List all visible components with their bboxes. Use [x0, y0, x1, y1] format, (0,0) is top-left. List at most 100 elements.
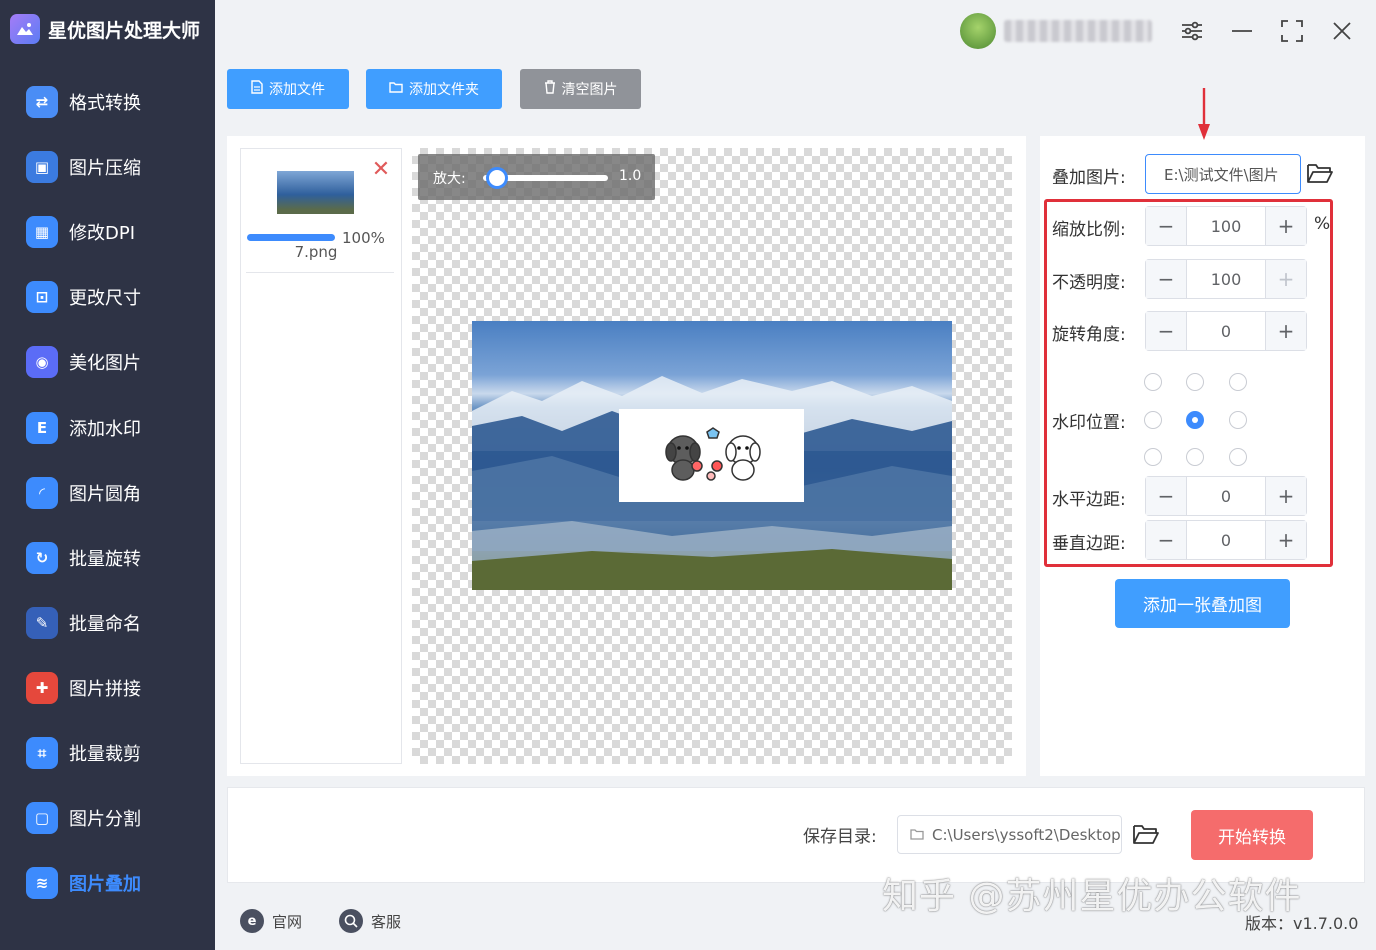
resize-icon: ⊡ — [26, 281, 58, 314]
red-arrow-icon — [1198, 88, 1210, 140]
zhihu-watermark: 知乎 @苏州星优办公软件 — [882, 876, 1302, 917]
sidebar-item-split[interactable]: ▢ 图片分割 — [0, 795, 215, 841]
file-progress-bar — [247, 234, 335, 241]
v-margin-value[interactable]: 0 — [1187, 521, 1265, 559]
scale-decrease-button[interactable]: − — [1146, 207, 1187, 245]
v-margin-decrease-button[interactable]: − — [1146, 521, 1187, 559]
sidebar-item-beautify[interactable]: ◉ 美化图片 — [0, 339, 215, 385]
sidebar-item-image-convert[interactable]: ⇄ 格式转换 — [0, 79, 215, 125]
position-top-left-radio[interactable] — [1144, 373, 1162, 391]
app-logo-icon — [10, 14, 40, 44]
start-convert-button[interactable]: 开始转换 — [1191, 810, 1313, 860]
sidebar-item-round-corner[interactable]: ◜ 图片圆角 — [0, 470, 215, 516]
rotation-value[interactable]: 0 — [1187, 312, 1265, 350]
add-file-button[interactable]: 添加文件 — [227, 69, 349, 109]
save-folder-icon[interactable] — [1133, 823, 1159, 850]
sidebar-item-label: 图片圆角 — [69, 483, 141, 505]
add-folder-button[interactable]: 添加文件夹 — [366, 69, 502, 109]
scale-value[interactable]: 100 — [1187, 207, 1265, 245]
beautify-icon: ◉ — [26, 346, 58, 379]
minimize-icon[interactable] — [1227, 16, 1257, 46]
zoom-slider-handle[interactable] — [486, 167, 508, 189]
sidebar-item-label: 添加水印 — [69, 418, 141, 440]
sidebar-item-label: 图片压缩 — [69, 158, 141, 180]
sidebar-item-rotate[interactable]: ↻ 批量旋转 — [0, 535, 215, 581]
opacity-value[interactable]: 100 — [1187, 260, 1265, 298]
sidebar-item-label: 格式转换 — [69, 93, 141, 114]
opacity-label: 不透明度: — [1052, 273, 1126, 293]
puzzle-icon: ✚ — [26, 671, 58, 704]
opacity-decrease-button[interactable]: − — [1146, 260, 1187, 298]
file-name: 7.png — [294, 243, 338, 261]
sidebar-item-label: 批量裁剪 — [69, 744, 141, 765]
sidebar-item-label: 图片拼接 — [69, 678, 141, 700]
support-link[interactable]: 客服 — [339, 908, 401, 934]
sidebar-item-resize[interactable]: ⊡ 更改尺寸 — [0, 274, 215, 320]
h-margin-stepper: − 0 + — [1145, 476, 1307, 516]
position-bottom-center-radio[interactable] — [1186, 448, 1204, 466]
save-dir-path: C:\Users\yssoft2\Desktop — [932, 825, 1121, 844]
split-icon: ▢ — [26, 802, 58, 835]
v-margin-label: 垂直边距: — [1052, 534, 1126, 554]
trash-icon — [544, 80, 556, 98]
watermark-icon: E — [26, 411, 58, 444]
sidebar-item-crop[interactable]: ⌗ 批量裁剪 — [0, 730, 215, 776]
browser-e-icon: e — [240, 909, 264, 933]
rotate-icon: ↻ — [26, 541, 58, 574]
h-margin-label: 水平边距: — [1052, 490, 1126, 510]
sidebar-item-watermark[interactable]: E 添加水印 — [0, 405, 215, 451]
h-margin-increase-button[interactable]: + — [1265, 477, 1306, 515]
close-icon[interactable] — [1327, 16, 1357, 46]
add-overlay-button[interactable]: 添加一张叠加图 — [1115, 579, 1290, 628]
sidebar-item-compress[interactable]: ▣ 图片压缩 — [0, 144, 215, 190]
app-title: 星优图片处理大师 — [10, 12, 200, 46]
save-dir-input[interactable]: C:\Users\yssoft2\Desktop — [897, 815, 1122, 854]
dpi-icon: ▦ — [26, 216, 58, 249]
maximize-icon[interactable] — [1277, 16, 1307, 46]
sidebar-item-label: 更改尺寸 — [69, 288, 141, 310]
sidebar-item-puzzle[interactable]: ✚ 图片拼接 — [0, 665, 215, 711]
settings-sliders-icon[interactable] — [1177, 16, 1207, 46]
folder-icon — [389, 81, 403, 97]
overlay-image-path-input[interactable]: E:\测试文件\图片 — [1145, 154, 1301, 194]
position-label: 水印位置: — [1052, 413, 1126, 433]
sidebar-item-layers[interactable]: ≋ 图片叠加 — [0, 860, 215, 906]
sidebar-item-label: 批量旋转 — [69, 548, 141, 570]
avatar[interactable] — [960, 13, 996, 49]
file-thumbnail[interactable] — [277, 171, 354, 214]
position-middle-left-radio[interactable] — [1144, 411, 1162, 429]
v-margin-stepper: − 0 + — [1145, 520, 1307, 560]
sidebar-item-label: 美化图片 — [69, 353, 141, 375]
sidebar-item-label: 修改DPI — [69, 223, 136, 245]
rotation-decrease-button[interactable]: − — [1146, 312, 1187, 350]
position-center-radio[interactable] — [1186, 411, 1204, 429]
position-bottom-left-radio[interactable] — [1144, 448, 1162, 466]
position-top-center-radio[interactable] — [1186, 373, 1204, 391]
clear-images-button[interactable]: 清空图片 — [520, 69, 641, 109]
h-margin-value[interactable]: 0 — [1187, 477, 1265, 515]
sidebar-item-dpi[interactable]: ▦ 修改DPI — [0, 209, 215, 255]
sidebar-item-rename[interactable]: ✎ 批量命名 — [0, 600, 215, 646]
remove-file-icon[interactable]: ✕ — [371, 159, 391, 181]
chat-icon — [339, 909, 363, 933]
file-divider — [246, 272, 394, 273]
overlay-folder-icon[interactable] — [1307, 162, 1333, 189]
opacity-increase-button[interactable]: + — [1265, 260, 1306, 298]
puppies-sticker-icon — [664, 426, 761, 481]
scale-increase-button[interactable]: + — [1265, 207, 1306, 245]
position-bottom-right-radio[interactable] — [1229, 448, 1247, 466]
rotation-increase-button[interactable]: + — [1265, 312, 1306, 350]
username-blurred — [1004, 20, 1152, 42]
zoom-value: 1.0 — [619, 168, 642, 184]
position-top-right-radio[interactable] — [1229, 373, 1247, 391]
overlay-image-label: 叠加图片: — [1052, 168, 1126, 188]
opacity-stepper: − 100 + — [1145, 259, 1307, 299]
h-margin-decrease-button[interactable]: − — [1146, 477, 1187, 515]
crop-icon: ⌗ — [26, 737, 58, 769]
app-title-text: 星优图片处理大师 — [48, 19, 201, 42]
overlay-image-preview[interactable] — [619, 409, 804, 502]
position-middle-right-radio[interactable] — [1229, 411, 1247, 429]
website-link[interactable]: e 官网 — [240, 908, 302, 934]
version-text: 版本：v1.7.0.0 — [1245, 914, 1359, 933]
v-margin-increase-button[interactable]: + — [1265, 521, 1306, 559]
